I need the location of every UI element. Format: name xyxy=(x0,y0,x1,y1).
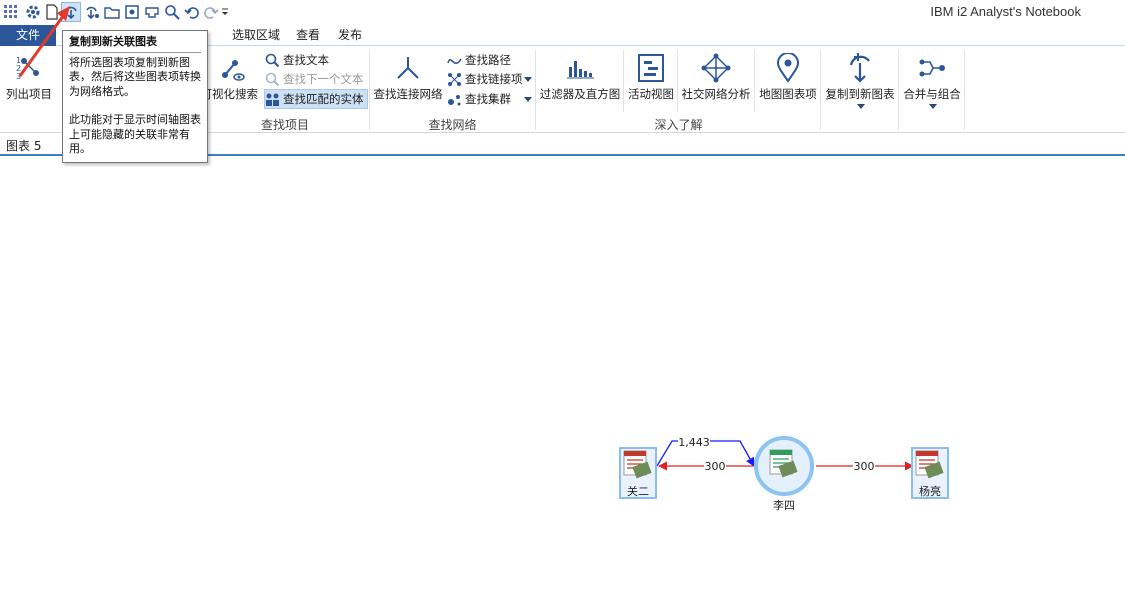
chart-canvas[interactable]: 1,443 300 300 关二 李四 杨亮 xyxy=(0,158,1125,602)
merge-combine-label: 合并与组合 xyxy=(903,87,961,101)
search-icon[interactable] xyxy=(163,3,181,21)
link-li-to-guan[interactable]: 300 xyxy=(658,460,755,473)
annotation-arrow-icon xyxy=(18,6,70,77)
map-pin-icon xyxy=(756,50,820,86)
find-clusters-label: 查找集群 xyxy=(465,92,511,106)
undo-icon[interactable] xyxy=(183,3,201,21)
visual-search-button[interactable]: 可视化搜索 xyxy=(200,50,260,112)
entity-label: 杨亮 xyxy=(919,485,941,498)
redo-icon[interactable] xyxy=(202,3,220,21)
save-icon[interactable] xyxy=(123,3,141,21)
activity-view-button[interactable]: 活动视图 xyxy=(625,50,677,112)
quick-access-toolbar: IBM i2 Analyst's Notebook xyxy=(0,0,1125,25)
find-next-text-label: 查找下一个文本 xyxy=(283,72,364,86)
find-link-items-icon xyxy=(448,72,461,86)
group-divider xyxy=(535,50,536,130)
find-path-icon xyxy=(447,58,462,64)
merge-combine-dropdown-icon[interactable] xyxy=(929,104,937,109)
tab-publish[interactable]: 发布 xyxy=(328,25,372,46)
find-next-icon xyxy=(265,72,280,86)
social-network-analysis-button[interactable]: 社交网络分析 xyxy=(679,50,753,112)
find-matching-icon xyxy=(266,93,279,106)
link-label: 300 xyxy=(705,460,726,473)
find-matching-entities-button[interactable]: 查找匹配的实体 xyxy=(264,89,368,109)
activity-view-icon xyxy=(625,50,677,86)
find-matching-entities-label: 查找匹配的实体 xyxy=(283,92,364,106)
find-path-label: 查找路径 xyxy=(465,53,511,67)
entity-li[interactable] xyxy=(754,436,814,496)
map-chart-items-button[interactable]: 地图图表项 xyxy=(756,50,820,112)
group-divider xyxy=(898,50,899,130)
tab-select-area[interactable]: 选取区域 xyxy=(222,25,290,46)
link-label: 300 xyxy=(854,460,875,473)
button-divider xyxy=(623,50,624,112)
copy-to-new-chart-large-icon xyxy=(822,50,898,86)
link-chart-svg: 1,443 300 300 xyxy=(619,435,949,499)
group-divider xyxy=(820,50,821,130)
button-divider xyxy=(754,50,755,112)
find-connected-network-label: 查找连接网络 xyxy=(373,87,443,101)
tab-view[interactable]: 查看 xyxy=(286,25,330,46)
find-network-group-label: 查找网络 xyxy=(428,118,477,132)
find-link-items-label: 查找链接项 xyxy=(465,72,523,86)
find-link-items-dropdown-icon[interactable] xyxy=(524,77,532,82)
find-clusters-icon xyxy=(448,94,461,105)
map-chart-items-label: 地图图表项 xyxy=(759,87,817,101)
insight-group-label: 深入了解 xyxy=(654,118,703,132)
find-connected-network-button[interactable]: 查找连接网络 xyxy=(372,50,444,112)
open-folder-icon[interactable] xyxy=(103,3,121,21)
find-clusters-button[interactable]: 查找集群 xyxy=(447,90,511,108)
find-items-group-label: 查找项目 xyxy=(260,118,309,132)
find-text-button[interactable]: 查找文本 xyxy=(265,51,329,69)
link-label: 1,443 xyxy=(678,436,710,449)
group-divider xyxy=(964,50,965,130)
copy-to-new-chart-button[interactable]: 复制到新图表 xyxy=(822,50,898,112)
copy-to-new-chart-dropdown-icon[interactable] xyxy=(857,104,865,109)
find-link-items-button[interactable]: 查找链接项 xyxy=(447,70,523,88)
entity-label: 李四 xyxy=(773,499,795,512)
print-icon[interactable] xyxy=(143,3,161,21)
find-path-button[interactable]: 查找路径 xyxy=(447,51,511,69)
merge-combine-icon xyxy=(900,50,964,86)
activity-view-label: 活动视图 xyxy=(628,87,674,101)
filters-histograms-label: 过滤器及直方图 xyxy=(539,87,621,101)
chart-document-tab[interactable]: 图表 5 xyxy=(6,137,41,154)
filters-histograms-button[interactable]: 过滤器及直方图 xyxy=(538,50,622,112)
customize-toolbar-icon[interactable] xyxy=(220,3,230,21)
visual-search-label: 可视化搜索 xyxy=(200,87,259,101)
merge-combine-button[interactable]: 合并与组合 xyxy=(900,50,964,112)
find-clusters-dropdown-icon[interactable] xyxy=(524,97,532,102)
histogram-icon xyxy=(538,50,622,86)
social-network-icon xyxy=(679,50,753,86)
visual-search-icon xyxy=(200,50,260,86)
social-network-analysis-label: 社交网络分析 xyxy=(681,87,751,101)
find-next-text-button[interactable]: 查找下一个文本 xyxy=(265,70,364,88)
app-title: IBM i2 Analyst's Notebook xyxy=(930,4,1081,19)
tooltip-body-note: 此功能对于显示时间轴图表上可能隐藏的关联非常有用。 xyxy=(69,113,201,155)
link-li-to-yang[interactable]: 300 xyxy=(816,460,914,473)
entity-label: 关二 xyxy=(627,485,649,498)
button-divider xyxy=(677,50,678,112)
find-text-icon xyxy=(265,53,280,67)
connected-network-icon xyxy=(372,50,444,86)
copy-to-new-chart-label: 复制到新图表 xyxy=(825,87,895,101)
find-text-label: 查找文本 xyxy=(283,53,329,67)
